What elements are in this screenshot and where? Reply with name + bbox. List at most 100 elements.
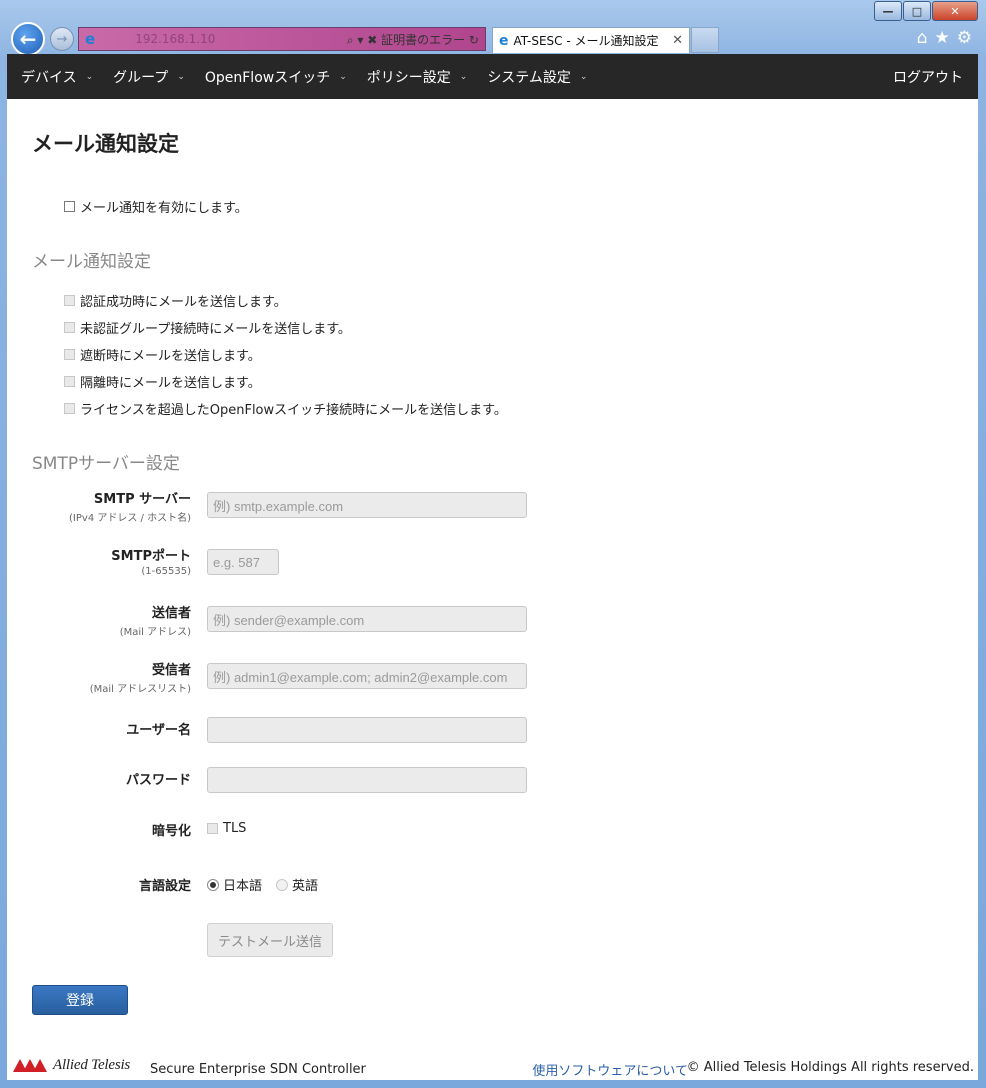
- smtp-port-input[interactable]: e.g. 587: [207, 549, 279, 575]
- notify-option-row[interactable]: ライセンスを超過したOpenFlowスイッチ接続時にメールを送信します。: [64, 399, 507, 418]
- home-icon[interactable]: ⌂: [917, 28, 928, 48]
- notify-option-checkbox[interactable]: [64, 295, 75, 306]
- field-hint: (1-65535): [141, 566, 191, 577]
- star-icon[interactable]: ★: [935, 28, 950, 48]
- smtp-section-title: SMTPサーバー設定: [32, 454, 180, 474]
- notify-option-checkbox[interactable]: [64, 322, 75, 333]
- field-label: 受信者: [151, 663, 191, 678]
- ie-logo-icon: e: [499, 32, 509, 49]
- tab-close-icon[interactable]: ✕: [672, 33, 683, 48]
- smtp-server-input[interactable]: 例) smtp.example.com: [207, 492, 527, 518]
- password-label: パスワード: [126, 769, 191, 788]
- logo-mark-icon: [13, 1058, 49, 1073]
- caret-down-icon: ⌄: [579, 71, 588, 82]
- back-arrow-icon[interactable]: ←: [11, 22, 45, 56]
- sender-label: 送信者 (Mail アドレス): [120, 602, 191, 638]
- field-label: SMTP サーバー: [93, 492, 191, 507]
- address-bar[interactable]: e 192.168.1.10 ⌕ ▾ ✖ 証明書のエラー ↻: [78, 27, 486, 51]
- ie-logo-icon: e: [85, 30, 96, 48]
- recipient-input[interactable]: 例) admin1@example.com; admin2@example.co…: [207, 663, 527, 689]
- page-title: メール通知設定: [32, 132, 179, 156]
- nav-label: グループ: [113, 69, 169, 86]
- window-controls: — □ ✕: [873, 1, 978, 21]
- gear-icon[interactable]: ⚙: [957, 28, 972, 48]
- recipient-label: 受信者 (Mail アドレスリスト): [90, 659, 191, 695]
- notify-option-checkbox[interactable]: [64, 403, 75, 414]
- caret-down-icon: ⌄: [339, 71, 347, 82]
- language-option-english[interactable]: 英語: [276, 875, 318, 894]
- sender-input[interactable]: 例) sender@example.com: [207, 606, 527, 632]
- nav-label: OpenFlowスイッチ: [204, 69, 331, 86]
- logo-text: Allied Telesis: [53, 1057, 131, 1073]
- password-input[interactable]: [207, 767, 527, 793]
- nav-item-groups[interactable]: グループ ⌄: [103, 54, 195, 99]
- smtp-port-label: SMTPポート (1-65535): [111, 545, 191, 577]
- tab-title: AT-SESC - メール通知設定: [513, 34, 659, 48]
- browser-window: — □ ✕ ← → e 192.168.1.10 ⌕ ▾ ✖ 証明書のエラー ↻…: [0, 0, 986, 1088]
- field-label: SMTPポート: [111, 549, 191, 564]
- company-logo: Allied Telesis: [13, 1057, 130, 1074]
- smtp-server-label: SMTP サーバー (IPv4 アドレス / ホスト名): [69, 488, 191, 524]
- top-navbar: デバイス ⌄ グループ ⌄ OpenFlowスイッチ ⌄ ポリシー設定 ⌄ システム設定…: [7, 54, 978, 99]
- notify-option-row[interactable]: 遮断時にメールを送信します。: [64, 345, 261, 364]
- minimize-button[interactable]: —: [874, 1, 902, 21]
- field-label: 暗号化: [151, 824, 191, 839]
- notify-option-label: 遮断時にメールを送信します。: [80, 349, 261, 364]
- maximize-button[interactable]: □: [903, 1, 931, 21]
- encryption-label: 暗号化: [152, 820, 191, 839]
- enable-notification-label: メール通知を有効にします。: [80, 201, 248, 216]
- window-bottom-border: [0, 1080, 986, 1088]
- radio-english[interactable]: [276, 878, 289, 891]
- nav-label: ポリシー設定: [366, 69, 451, 86]
- field-label: 送信者: [151, 606, 191, 621]
- tls-checkbox[interactable]: [207, 823, 218, 834]
- enable-notification-checkbox[interactable]: [64, 201, 75, 212]
- address-controls[interactable]: ⌕ ▾ ✖ 証明書のエラー ↻: [347, 31, 479, 48]
- browser-tab[interactable]: e AT-SESC - メール通知設定 ✕: [492, 27, 690, 53]
- username-label: ユーザー名: [126, 719, 191, 738]
- radio-japanese[interactable]: [207, 878, 219, 891]
- window-close-button[interactable]: ✕: [932, 1, 978, 21]
- submit-button[interactable]: 登録: [32, 985, 128, 1015]
- caret-down-icon: ⌄: [177, 71, 185, 82]
- notify-option-row[interactable]: 未認証グループ接続時にメールを送信します。: [64, 318, 351, 337]
- radio-label: 日本語: [223, 879, 263, 894]
- username-input[interactable]: [207, 717, 527, 743]
- tls-option[interactable]: TLS: [207, 821, 246, 836]
- tls-label: TLS: [223, 821, 247, 836]
- enable-notification-row[interactable]: メール通知を有効にします。: [64, 197, 248, 216]
- nav-item-openflow-switch[interactable]: OpenFlowスイッチ ⌄: [195, 54, 357, 99]
- field-label: ユーザー名: [126, 723, 191, 738]
- nav-item-policy-settings[interactable]: ポリシー設定 ⌄: [357, 54, 478, 99]
- language-options: 日本語 英語: [207, 875, 332, 894]
- notify-option-row[interactable]: 隔離時にメールを送信します。: [64, 372, 261, 391]
- nav-label: デバイス: [21, 69, 77, 86]
- browser-toolbar: ⌂ ★ ⚙: [917, 28, 972, 48]
- notify-option-checkbox[interactable]: [64, 349, 75, 360]
- test-mail-button[interactable]: テストメール送信: [207, 923, 333, 957]
- notify-option-row[interactable]: 認証成功時にメールを送信します。: [64, 291, 287, 310]
- address-text: 192.168.1.10: [135, 32, 216, 46]
- language-option-japanese[interactable]: 日本語: [207, 875, 262, 894]
- page-content: デバイス ⌄ グループ ⌄ OpenFlowスイッチ ⌄ ポリシー設定 ⌄ システム設定…: [7, 54, 978, 1080]
- new-tab-button[interactable]: [691, 27, 719, 53]
- product-name: Secure Enterprise SDN Controller: [150, 1062, 366, 1077]
- nav-label: システム設定: [487, 69, 571, 86]
- nav-item-system-settings[interactable]: システム設定 ⌄: [477, 54, 597, 99]
- forward-arrow-icon[interactable]: →: [50, 27, 74, 51]
- caret-down-icon: ⌄: [85, 71, 94, 82]
- field-hint: (Mail アドレス): [119, 627, 191, 638]
- field-label: パスワード: [125, 773, 191, 788]
- radio-label: 英語: [292, 879, 319, 894]
- logout-link[interactable]: ログアウト: [883, 54, 978, 99]
- nav-item-devices[interactable]: デバイス ⌄: [7, 54, 103, 99]
- notify-option-label: 認証成功時にメールを送信します。: [80, 295, 287, 310]
- copyright: © Allied Telesis Holdings All rights res…: [686, 1060, 974, 1075]
- caret-down-icon: ⌄: [459, 71, 468, 82]
- about-software-link[interactable]: 使用ソフトウェアについて: [532, 1060, 688, 1079]
- notify-option-label: 未認証グループ接続時にメールを送信します。: [80, 322, 351, 337]
- notify-option-label: 隔離時にメールを送信します。: [80, 376, 261, 391]
- field-label: 言語設定: [138, 879, 191, 894]
- field-hint: (Mail アドレスリスト): [89, 684, 191, 695]
- notify-option-checkbox[interactable]: [64, 376, 75, 387]
